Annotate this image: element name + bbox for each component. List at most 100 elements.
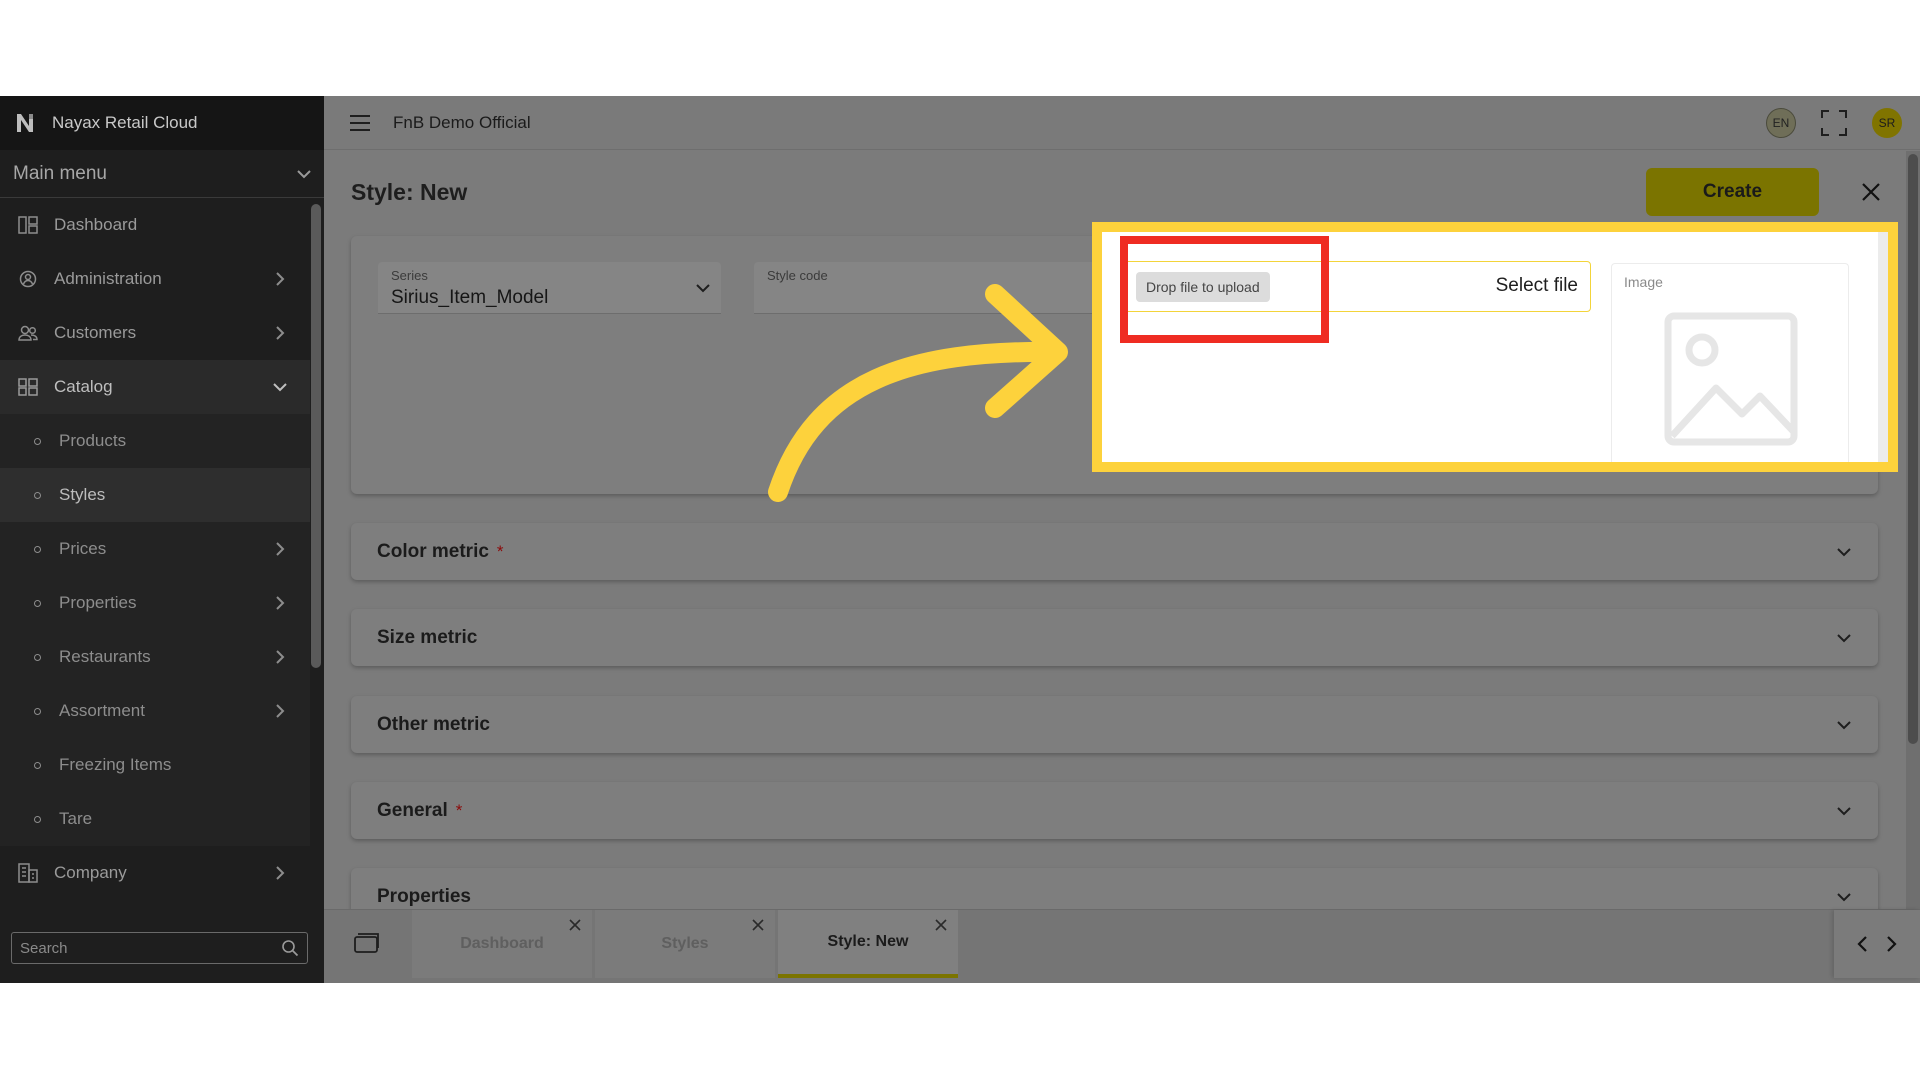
brand-bar[interactable]: Nayax Retail Cloud: [0, 96, 324, 150]
image-preview[interactable]: Image: [1611, 263, 1849, 462]
sidebar-item-administration[interactable]: Administration: [0, 252, 310, 306]
section-title: Color metric: [377, 540, 489, 562]
sidebar-item-catalog[interactable]: Catalog: [0, 360, 310, 414]
sidebar-item-label: Company: [54, 863, 127, 882]
sidebar-subitem-restaurants[interactable]: Restaurants: [0, 630, 310, 684]
sidebar-nav: Dashboard Administration Customers Catal…: [0, 198, 310, 900]
sidebar-subitem-label: Properties: [59, 593, 137, 612]
sidebar-subitem-assortment[interactable]: Assortment: [0, 684, 310, 738]
bottom-tab-bar: Dashboard Styles Style: New: [324, 909, 1920, 983]
chevron-right-icon[interactable]: [1884, 935, 1898, 953]
sidebar-item-dashboard[interactable]: Dashboard: [0, 198, 310, 252]
tab-dashboard[interactable]: Dashboard: [412, 910, 592, 978]
close-icon[interactable]: [1860, 181, 1882, 203]
select-file-link[interactable]: Select file: [1496, 275, 1578, 297]
red-callout-box: [1120, 236, 1329, 343]
close-icon[interactable]: [751, 918, 765, 932]
sidebar-subitem-label: Assortment: [59, 701, 145, 720]
chevron-left-icon[interactable]: [1856, 935, 1870, 953]
bullet-icon: [34, 545, 41, 553]
series-select[interactable]: Series Sirius_Item_Model: [378, 262, 721, 314]
sidebar: Nayax Retail Cloud Main menu Dashboard A…: [0, 96, 324, 983]
chevron-down-icon: [1837, 633, 1851, 642]
section-size-metric[interactable]: Size metric: [351, 609, 1878, 666]
top-header: FnB Demo Official EN SR: [324, 96, 1920, 150]
section-color-metric[interactable]: Color metric *: [351, 523, 1878, 580]
chevron-down-icon: [1837, 547, 1851, 556]
chevron-down-icon: [1837, 892, 1851, 901]
section-other-metric[interactable]: Other metric: [351, 696, 1878, 753]
sidebar-subitem-label: Tare: [59, 809, 93, 828]
tab-style-new[interactable]: Style: New: [778, 910, 958, 978]
nayax-logo-icon: [17, 114, 33, 132]
tab-label: Dashboard: [460, 935, 544, 952]
chevron-right-icon: [276, 650, 285, 664]
sidebar-subitem-label: Styles: [59, 485, 106, 504]
tab-styles[interactable]: Styles: [595, 910, 775, 978]
close-icon[interactable]: [934, 918, 948, 932]
language-switcher[interactable]: EN: [1766, 107, 1796, 138]
fullscreen-icon[interactable]: [1820, 109, 1848, 137]
sidebar-item-company[interactable]: Company: [0, 846, 310, 900]
catalog-grid-icon: [18, 378, 38, 396]
organization-name[interactable]: FnB Demo Official: [393, 113, 1766, 133]
section-title: Properties: [377, 885, 471, 907]
tabs-overview-icon[interactable]: [354, 932, 380, 954]
sidebar-subitem-tare[interactable]: Tare: [0, 792, 310, 846]
page-title: Style: New: [351, 179, 468, 205]
series-label: Series: [391, 268, 428, 283]
bullet-icon: [34, 707, 41, 715]
sidebar-item-label: Dashboard: [54, 215, 138, 234]
sidebar-search[interactable]: [11, 932, 308, 964]
section-title: General: [377, 799, 448, 821]
sidebar-subitem-styles[interactable]: Styles: [0, 468, 310, 522]
chevron-down-icon: [297, 169, 311, 178]
section-title: Size metric: [377, 626, 478, 648]
dashboard-icon: [18, 216, 38, 234]
tab-label: Style: New: [827, 933, 909, 950]
close-icon[interactable]: [568, 918, 582, 932]
bullet-icon: [34, 599, 41, 607]
search-icon[interactable]: [281, 939, 299, 957]
chevron-right-icon: [276, 326, 285, 340]
series-value: Sirius_Item_Model: [391, 287, 549, 308]
bullet-icon: [34, 437, 41, 445]
sidebar-item-label: Customers: [54, 323, 137, 342]
curved-arrow-icon: [768, 284, 1068, 502]
required-marker: *: [455, 800, 463, 820]
main-menu-title: Main menu: [13, 162, 107, 184]
sidebar-subitem-properties[interactable]: Properties: [0, 576, 310, 630]
chevron-down-icon: [696, 284, 710, 293]
sidebar-subitem-label: Products: [59, 431, 127, 450]
bullet-icon: [34, 653, 41, 661]
sidebar-subitem-label: Freezing Items: [59, 755, 172, 774]
create-button[interactable]: Create: [1646, 168, 1819, 216]
panel-scroll-gutter: [1878, 232, 1888, 462]
sidebar-subitem-products[interactable]: Products: [0, 414, 310, 468]
users-icon: [18, 325, 38, 341]
tab-scroll-controls: [1834, 910, 1920, 978]
sidebar-item-label: Administration: [54, 269, 162, 288]
sidebar-subitem-label: Prices: [59, 539, 107, 558]
bullet-icon: [34, 761, 41, 769]
sidebar-item-customers[interactable]: Customers: [0, 306, 310, 360]
sidebar-scrollbar[interactable]: [311, 204, 321, 668]
main-scrollbar-thumb[interactable]: [1908, 154, 1918, 744]
admin-gear-icon: [19, 270, 37, 288]
sidebar-item-label: Catalog: [54, 377, 113, 396]
tab-label: Styles: [661, 935, 709, 952]
screenshot-stage: Nayax Retail Cloud Main menu Dashboard A…: [0, 0, 1920, 1080]
section-general[interactable]: General *: [351, 782, 1878, 839]
sidebar-subitem-prices[interactable]: Prices: [0, 522, 310, 576]
sidebar-search-input[interactable]: [20, 939, 281, 957]
sidebar-subitem-freezing-items[interactable]: Freezing Items: [0, 738, 310, 792]
chevron-right-icon: [276, 542, 285, 556]
header-actions: EN SR: [1766, 107, 1902, 138]
main-menu-toggle[interactable]: Main menu: [0, 150, 324, 198]
main-scrollbar[interactable]: [1906, 151, 1920, 909]
chevron-down-icon: [1837, 806, 1851, 815]
hamburger-menu-icon[interactable]: [349, 114, 371, 132]
chevron-right-icon: [276, 596, 285, 610]
user-avatar[interactable]: SR: [1872, 107, 1902, 138]
building-icon: [18, 863, 38, 883]
